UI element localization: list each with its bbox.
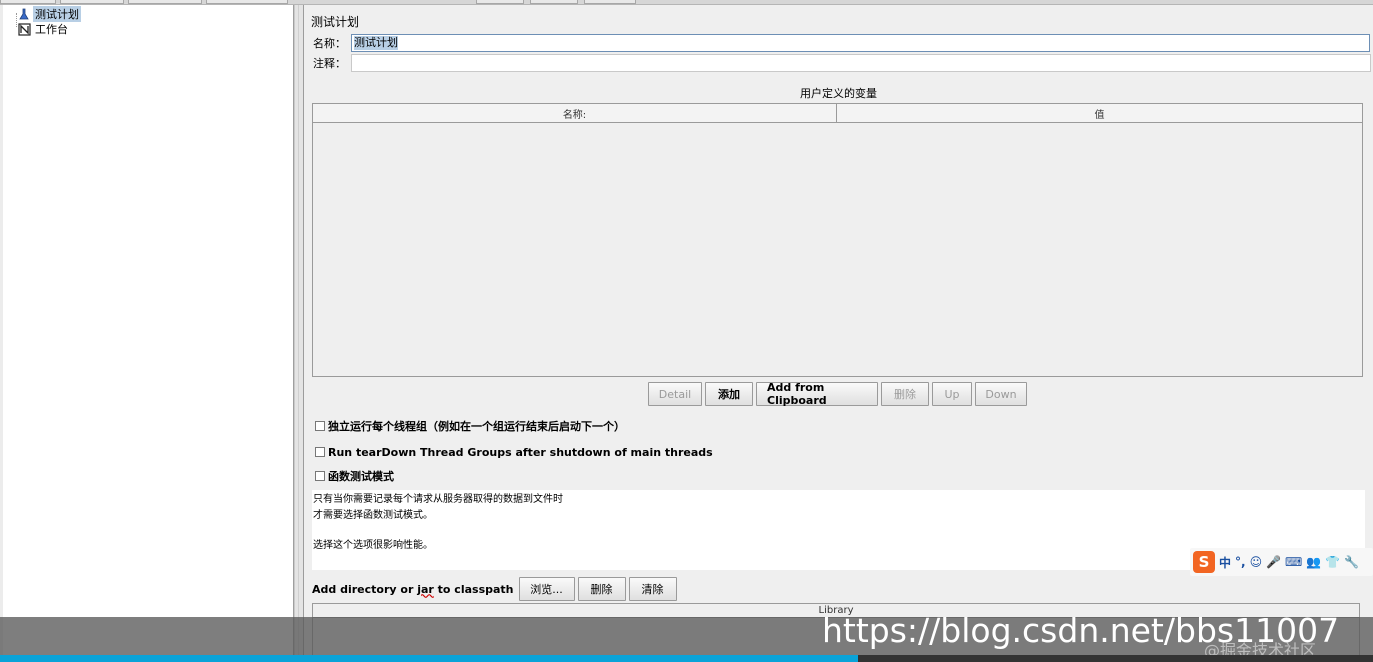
- tree-item-label: 测试计划: [33, 6, 81, 22]
- add-from-clipboard-button[interactable]: Add from Clipboard: [756, 381, 878, 407]
- checkbox-box[interactable]: [315, 471, 325, 481]
- user-variables-table[interactable]: 名称: 值: [312, 103, 1363, 377]
- classpath-delete-button[interactable]: 删除: [577, 577, 626, 601]
- classpath-label: Add directory or jar to classpath: [312, 582, 514, 596]
- chinese-mode-icon[interactable]: 中: [1219, 554, 1231, 571]
- name-row: 名称： 测试计划: [313, 34, 1370, 52]
- browse-button[interactable]: 浏览...: [518, 577, 575, 601]
- up-button[interactable]: Up: [932, 382, 972, 406]
- comment-label: 注释：: [313, 57, 346, 70]
- toolbar-button[interactable]: [128, 0, 202, 4]
- emoji-icon[interactable]: ☺: [1250, 555, 1263, 569]
- classpath-row: Add directory or jar to classpath 浏览... …: [312, 577, 677, 601]
- checkbox-box[interactable]: [315, 447, 325, 457]
- toolbar-button[interactable]: [530, 0, 578, 4]
- ime-toolbar[interactable]: S 中 °, ☺ 🎤 ⌨ 👥 👕 🔧: [1190, 548, 1373, 576]
- toolbar-button[interactable]: [0, 0, 56, 4]
- classpath-clear-button[interactable]: 清除: [628, 577, 677, 601]
- workbench-icon: [17, 22, 31, 36]
- punctuation-icon[interactable]: °,: [1235, 555, 1246, 569]
- checkbox-box[interactable]: [315, 421, 325, 431]
- serialize-threadgroups-checkbox[interactable]: 独立运行每个线程组（例如在一个组运行结束后启动下一个）: [315, 418, 625, 434]
- user-variables-title: 用户定义的变量: [800, 87, 877, 100]
- variables-button-row: Detail 添加 Add from Clipboard 删除 Up Down: [648, 381, 1027, 407]
- teardown-checkbox[interactable]: Run tearDown Thread Groups after shutdow…: [315, 444, 713, 460]
- tree-item-label: 工作台: [35, 23, 68, 36]
- description-line: 只有当你需要记录每个请求从服务器取得的数据到文件时: [313, 494, 563, 505]
- toolbar-button[interactable]: [584, 0, 636, 4]
- delete-button[interactable]: 删除: [881, 382, 929, 406]
- name-label: 名称：: [313, 37, 346, 50]
- test-plan-icon: [17, 7, 31, 21]
- tree-item-test-plan[interactable]: 测试计划: [17, 6, 81, 22]
- description-line: 才需要选择函数测试模式。: [313, 510, 433, 521]
- comment-field[interactable]: [351, 54, 1371, 72]
- table-header: 名称: 值: [313, 104, 1362, 123]
- user-icon[interactable]: 👥: [1306, 555, 1321, 569]
- toolbar-button[interactable]: [206, 0, 288, 4]
- video-progress-fill: [0, 655, 859, 662]
- keyboard-icon[interactable]: ⌨: [1285, 555, 1302, 569]
- settings-wrench-icon[interactable]: 🔧: [1344, 555, 1359, 569]
- name-field[interactable]: [351, 34, 1370, 52]
- microphone-icon[interactable]: 🎤: [1266, 555, 1281, 569]
- comment-row: 注释：: [313, 54, 1371, 72]
- split-pane-divider[interactable]: [294, 5, 304, 662]
- checkbox-label: Run tearDown Thread Groups after shutdow…: [328, 445, 713, 459]
- down-button[interactable]: Down: [975, 382, 1027, 406]
- test-tree[interactable]: 测试计划 工作台: [3, 5, 294, 662]
- column-header-value[interactable]: 值: [837, 104, 1362, 122]
- sogou-logo-icon[interactable]: S: [1193, 551, 1215, 573]
- name-field-selection: 测试计划: [354, 36, 398, 50]
- detail-button[interactable]: Detail: [648, 382, 702, 406]
- skin-icon[interactable]: 👕: [1325, 555, 1340, 569]
- checkbox-label: 独立运行每个线程组（例如在一个组运行结束后启动下一个）: [328, 420, 625, 433]
- checkbox-label: 函数测试模式: [328, 470, 394, 483]
- toolbar-button[interactable]: [476, 0, 524, 4]
- video-progress-bar[interactable]: [0, 655, 1373, 662]
- toolbar-button[interactable]: [60, 0, 124, 4]
- column-header-name[interactable]: 名称:: [313, 104, 837, 122]
- add-button[interactable]: 添加: [705, 382, 753, 406]
- page-title: 测试计划: [311, 15, 360, 29]
- functional-mode-checkbox[interactable]: 函数测试模式: [315, 468, 394, 484]
- tree-item-workbench[interactable]: 工作台: [17, 21, 70, 37]
